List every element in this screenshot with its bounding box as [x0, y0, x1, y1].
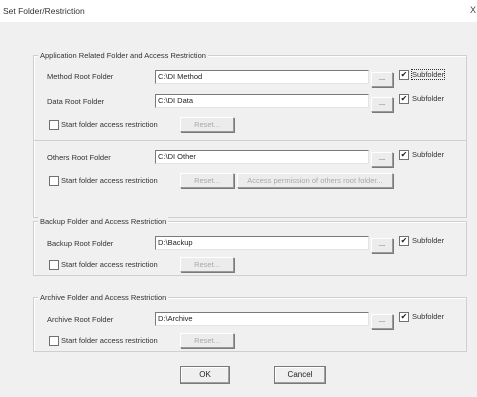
application-group-title: Application Related Folder and Access Re… [38, 50, 208, 61]
app-restriction-label: Start folder access restriction [61, 120, 158, 129]
others-root-folder-label: Others Root Folder [47, 153, 111, 162]
ok-button[interactable]: OK [180, 366, 230, 384]
backup-root-folder-input[interactable]: D:\Backup [155, 236, 369, 250]
data-subfolder-checkbox[interactable]: ✔ [399, 94, 409, 104]
method-subfolder-label: Subfolder [410, 69, 446, 80]
archive-subfolder-checkbox[interactable]: ✔ [399, 312, 409, 322]
method-root-folder-input[interactable]: C:\DI Method [155, 70, 369, 84]
backup-restriction-label: Start folder access restriction [61, 260, 158, 269]
archive-restriction-checkbox[interactable] [49, 336, 59, 346]
data-subfolder-label: Subfolder [412, 94, 445, 103]
archive-browse-button[interactable]: ... [371, 314, 393, 329]
data-browse-button[interactable]: ... [371, 97, 393, 112]
dialog-body: Application Related Folder and Access Re… [0, 22, 477, 397]
access-permission-button[interactable]: Access permission of others root folder.… [237, 173, 393, 188]
group-separator [34, 140, 466, 141]
archive-folder-group: Archive Folder and Access Restriction Ar… [33, 292, 467, 352]
archive-restriction-label: Start folder access restriction [61, 336, 158, 345]
close-button[interactable]: X [470, 5, 476, 15]
archive-group-title: Archive Folder and Access Restriction [38, 292, 169, 303]
method-browse-button[interactable]: ... [371, 72, 393, 87]
archive-subfolder-label: Subfolder [412, 312, 445, 321]
others-reset-button[interactable]: Reset... [180, 173, 234, 188]
archive-reset-button[interactable]: Reset... [180, 333, 234, 348]
others-root-folder-input[interactable]: C:\DI Other [155, 150, 369, 164]
others-browse-button[interactable]: ... [371, 152, 393, 167]
archive-root-folder-input[interactable]: D:\Archive [155, 312, 369, 326]
backup-browse-button[interactable]: ... [371, 238, 393, 253]
method-root-folder-label: Method Root Folder [47, 72, 114, 81]
backup-subfolder-checkbox[interactable]: ✔ [399, 236, 409, 246]
app-reset-button[interactable]: Reset... [180, 117, 234, 132]
method-subfolder-checkbox[interactable]: ✔ [399, 70, 409, 80]
title-bar: Set Folder/Restriction X [0, 0, 477, 22]
backup-restriction-checkbox[interactable] [49, 260, 59, 270]
application-folder-group: Application Related Folder and Access Re… [33, 50, 467, 218]
cancel-button[interactable]: Cancel [274, 366, 326, 384]
backup-group-title: Backup Folder and Access Restriction [38, 216, 169, 227]
app-restriction-checkbox[interactable] [49, 120, 59, 130]
others-subfolder-label: Subfolder [412, 150, 445, 159]
archive-root-folder-label: Archive Root Folder [47, 315, 114, 324]
window-title: Set Folder/Restriction [3, 6, 85, 16]
data-root-folder-input[interactable]: C:\DI Data [155, 94, 369, 108]
data-root-folder-label: Data Root Folder [47, 97, 105, 106]
others-subfolder-checkbox[interactable]: ✔ [399, 150, 409, 160]
others-restriction-label: Start folder access restriction [61, 176, 158, 185]
backup-folder-group: Backup Folder and Access Restriction Bac… [33, 216, 467, 276]
backup-reset-button[interactable]: Reset... [180, 257, 234, 272]
others-restriction-checkbox[interactable] [49, 176, 59, 186]
backup-subfolder-label: Subfolder [412, 236, 445, 245]
backup-root-folder-label: Backup Root Folder [47, 239, 114, 248]
